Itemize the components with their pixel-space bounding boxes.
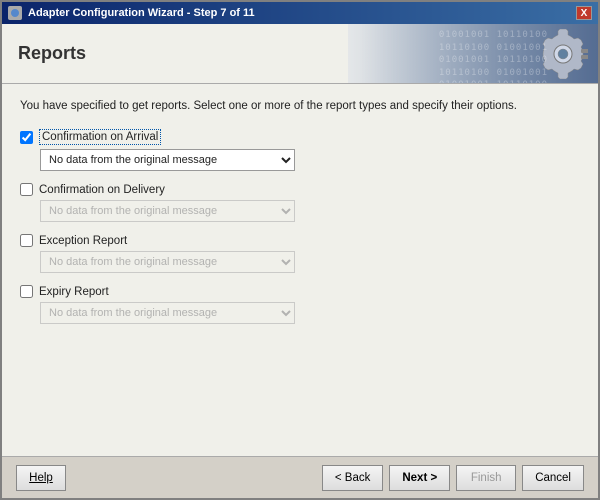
description-text: You have specified to get reports. Selec…: [20, 98, 580, 115]
banner-bg: 01001001 10110100 10110100 01001001 0100…: [348, 24, 598, 83]
dropdown-row-exception_report: No data from the original messageAll dat…: [40, 251, 580, 273]
app-icon: [8, 6, 22, 20]
footer-right: < Back Next > Finish Cancel: [322, 465, 584, 491]
wizard-content: Reports 01001001 10110100 10110100 01001…: [2, 24, 598, 456]
checkbox-row-expiry_report: Expiry Report: [20, 285, 580, 298]
title-bar: Adapter Configuration Wizard - Step 7 of…: [2, 2, 598, 24]
title-bar-left: Adapter Configuration Wizard - Step 7 of…: [8, 6, 255, 20]
close-button[interactable]: X: [576, 6, 592, 20]
checkbox-confirmation_delivery[interactable]: [20, 183, 33, 196]
dropdown-expiry_report[interactable]: No data from the original messageAll dat…: [40, 302, 295, 324]
checkbox-expiry_report[interactable]: [20, 285, 33, 298]
back-button[interactable]: < Back: [322, 465, 383, 491]
label-exception_report: Exception Report: [39, 235, 127, 247]
wizard-footer: Help < Back Next > Finish Cancel: [2, 456, 598, 498]
label-confirmation_delivery: Confirmation on Delivery: [39, 184, 165, 196]
wizard-body: You have specified to get reports. Selec…: [2, 84, 598, 456]
dropdown-row-confirmation_arrival: No data from the original messageAll dat…: [40, 149, 580, 171]
help-label: Help: [29, 472, 53, 484]
checkbox-row-confirmation_delivery: Confirmation on Delivery: [20, 183, 580, 196]
banner-bg-text: 01001001 10110100 10110100 01001001 0100…: [439, 24, 548, 84]
checkbox-confirmation_arrival[interactable]: [20, 131, 33, 144]
dropdown-exception_report[interactable]: No data from the original messageAll dat…: [40, 251, 295, 273]
next-button[interactable]: Next >: [389, 465, 450, 491]
title-bar-text: Adapter Configuration Wizard - Step 7 of…: [28, 7, 255, 19]
wizard-window: Adapter Configuration Wizard - Step 7 of…: [0, 0, 600, 500]
finish-button[interactable]: Finish: [456, 465, 516, 491]
footer-left: Help: [16, 465, 66, 491]
report-group-exception_report: Exception Report No data from the origina…: [20, 234, 580, 273]
label-confirmation_arrival: Confirmation on Arrival: [39, 129, 161, 145]
checkbox-row-confirmation_arrival: Confirmation on Arrival: [20, 129, 580, 145]
cancel-button[interactable]: Cancel: [522, 465, 584, 491]
page-title: Reports: [18, 43, 86, 64]
dropdown-confirmation_delivery[interactable]: No data from the original messageAll dat…: [40, 200, 295, 222]
help-button[interactable]: Help: [16, 465, 66, 491]
report-group-expiry_report: Expiry Report No data from the original m…: [20, 285, 580, 324]
report-group-confirmation_arrival: Confirmation on Arrival No data from the …: [20, 129, 580, 171]
report-group-confirmation_delivery: Confirmation on Delivery No data from the…: [20, 183, 580, 222]
checkbox-row-exception_report: Exception Report: [20, 234, 580, 247]
dropdown-row-expiry_report: No data from the original messageAll dat…: [40, 302, 580, 324]
header-banner: Reports 01001001 10110100 10110100 01001…: [2, 24, 598, 84]
label-expiry_report: Expiry Report: [39, 286, 109, 298]
dropdown-confirmation_arrival[interactable]: No data from the original messageAll dat…: [40, 149, 295, 171]
dropdown-row-confirmation_delivery: No data from the original messageAll dat…: [40, 200, 580, 222]
checkbox-exception_report[interactable]: [20, 234, 33, 247]
reports-container: Confirmation on Arrival No data from the …: [20, 129, 580, 324]
